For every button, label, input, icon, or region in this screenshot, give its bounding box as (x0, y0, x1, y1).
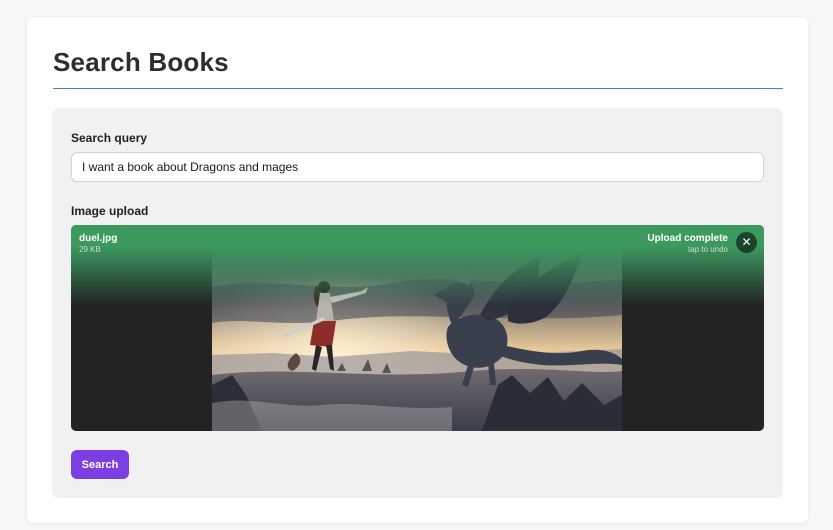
image-upload-label: Image upload (71, 204, 149, 218)
search-query-label: Search query (71, 131, 148, 145)
search-input[interactable] (71, 152, 764, 182)
file-size: 29 KB (79, 245, 101, 254)
upload-status-text: Upload complete (647, 233, 728, 244)
file-name: duel.jpg (79, 233, 118, 244)
page-title: Search Books (53, 47, 229, 77)
undo-hint[interactable]: tap to undo (688, 245, 728, 254)
search-form: Search query Image upload (52, 108, 783, 498)
image-upload-area[interactable]: duel.jpg 29 KB Upload complete tap to un… (71, 225, 764, 431)
close-icon[interactable]: ✕ (736, 232, 757, 253)
search-card: Search Books Search query Image upload (27, 17, 808, 523)
title-divider (53, 88, 783, 89)
search-button[interactable]: Search (71, 450, 129, 479)
